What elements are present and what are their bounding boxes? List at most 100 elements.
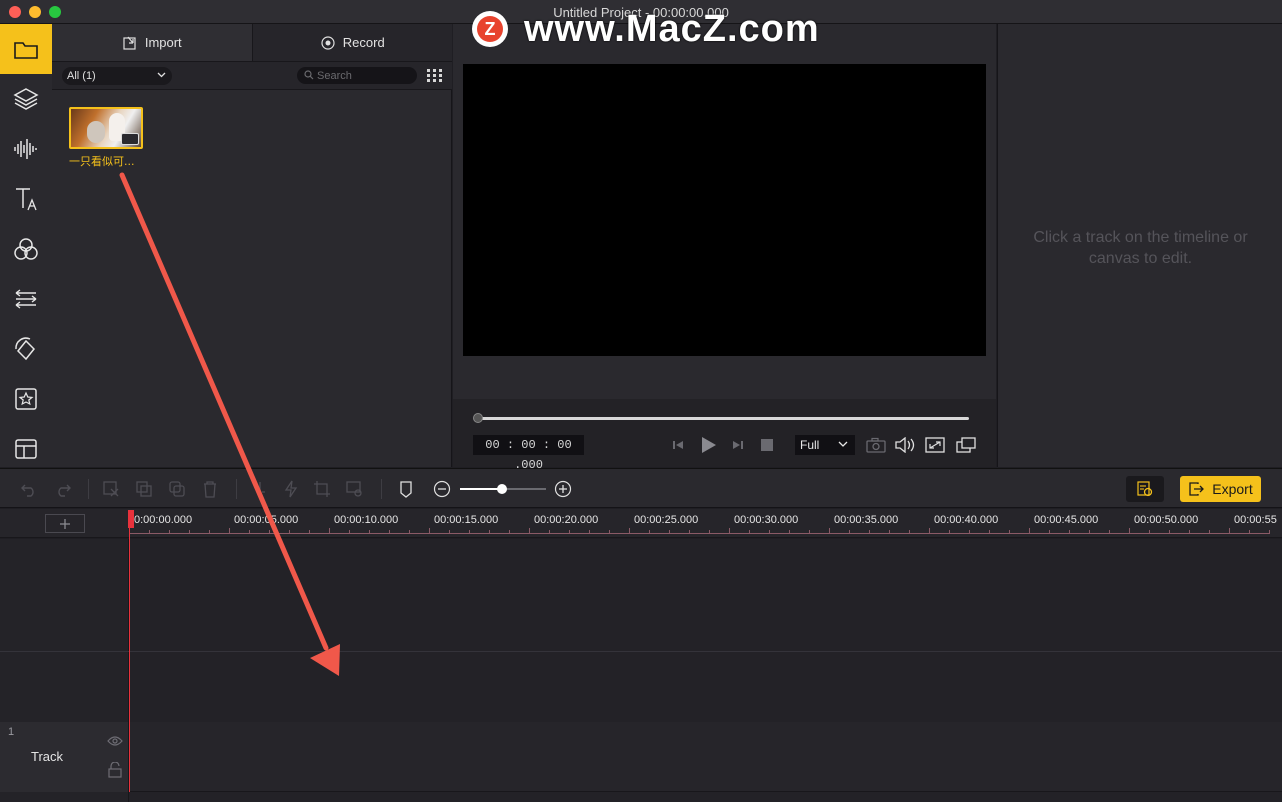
zoom-in-icon bbox=[554, 480, 572, 498]
ruler-tick bbox=[1269, 530, 1270, 534]
rail-layers-button[interactable] bbox=[0, 74, 52, 124]
undo-button[interactable] bbox=[19, 479, 39, 499]
ruler-tick bbox=[529, 528, 530, 534]
preview-canvas[interactable] bbox=[463, 64, 986, 356]
ruler-tick bbox=[169, 530, 170, 534]
paste-button[interactable] bbox=[167, 479, 187, 499]
animation-icon bbox=[15, 337, 36, 361]
rail-media-button[interactable] bbox=[0, 24, 52, 74]
track-number: 1 bbox=[8, 726, 15, 738]
project-settings-button[interactable] bbox=[1126, 476, 1164, 502]
toolbar-divider bbox=[88, 479, 89, 499]
ruler-tick bbox=[849, 530, 850, 534]
zoom-out-button[interactable] bbox=[432, 479, 452, 499]
ruler-tick bbox=[249, 530, 250, 534]
playhead-line[interactable] bbox=[129, 510, 130, 792]
stop-button[interactable] bbox=[759, 436, 775, 454]
ruler-tick bbox=[669, 530, 670, 534]
add-marker-button[interactable] bbox=[396, 479, 416, 499]
media-filter-bar: All (1) bbox=[52, 62, 452, 90]
rail-stickers-button[interactable] bbox=[0, 374, 52, 424]
stop-icon bbox=[761, 439, 773, 451]
rail-templates-button[interactable] bbox=[0, 424, 52, 474]
ruler-tick-label: 00:00:35.000 bbox=[834, 514, 899, 526]
media-filter-select[interactable]: All (1) bbox=[62, 67, 172, 85]
toolbar-divider bbox=[381, 479, 382, 499]
ruler-tick bbox=[829, 528, 830, 534]
split-button[interactable] bbox=[250, 479, 270, 499]
zoom-in-button[interactable] bbox=[553, 479, 573, 499]
rail-animation-button[interactable] bbox=[0, 324, 52, 374]
chevron-down-icon bbox=[157, 72, 166, 78]
rail-text-button[interactable] bbox=[0, 174, 52, 224]
play-button[interactable] bbox=[698, 436, 718, 454]
grid-view-icon[interactable] bbox=[427, 69, 442, 83]
media-tabs: Import Record bbox=[52, 24, 452, 62]
rail-transitions-button[interactable] bbox=[0, 274, 52, 324]
media-item-thumbnail[interactable] bbox=[69, 107, 143, 149]
add-track-button[interactable] bbox=[45, 514, 85, 533]
copy-button[interactable] bbox=[134, 479, 154, 499]
export-icon bbox=[1189, 482, 1205, 496]
ruler-tick-label: 00:00:50.000 bbox=[1134, 514, 1199, 526]
playhead-handle[interactable] bbox=[128, 510, 134, 528]
ruler-tick-label: 00:00:55 bbox=[1234, 514, 1277, 526]
media-search-input[interactable] bbox=[317, 68, 413, 83]
ruler-tick bbox=[549, 530, 550, 534]
ruler-tick bbox=[609, 530, 610, 534]
ruler-tick-label: 00:00:10.000 bbox=[334, 514, 399, 526]
ruler-tick bbox=[1129, 528, 1130, 534]
ruler-tick bbox=[289, 530, 290, 534]
tab-record[interactable]: Record bbox=[251, 24, 452, 62]
ruler-tick-label: 00:00:15.000 bbox=[434, 514, 499, 526]
step-back-button[interactable] bbox=[671, 436, 685, 454]
ruler-tick bbox=[1149, 530, 1150, 534]
ruler-tick bbox=[449, 530, 450, 534]
track-name: Track bbox=[31, 749, 64, 764]
toolbar-divider bbox=[236, 479, 237, 499]
inspector-empty-message: Click a track on the timeline or canvas … bbox=[1033, 229, 1248, 267]
pop-out-window-icon bbox=[956, 437, 976, 453]
step-forward-button[interactable] bbox=[731, 436, 745, 454]
redo-icon bbox=[58, 484, 71, 497]
eye-icon[interactable] bbox=[107, 736, 123, 746]
volume-button[interactable] bbox=[894, 436, 916, 454]
folder-icon bbox=[14, 42, 38, 59]
fullscreen-button[interactable] bbox=[924, 436, 946, 454]
ruler-tick bbox=[1189, 530, 1190, 534]
ruler-tick-label: 0:00:00.000 bbox=[134, 514, 193, 526]
quality-select[interactable]: Full bbox=[795, 435, 855, 455]
paste-icon bbox=[169, 481, 185, 497]
cut-delete-icon bbox=[103, 481, 119, 497]
export-button[interactable]: Export bbox=[1180, 476, 1261, 502]
scrub-handle[interactable] bbox=[473, 413, 483, 423]
detach-preview-button[interactable] bbox=[955, 436, 977, 454]
step-forward-icon bbox=[733, 441, 743, 449]
playback-controls: 00 : 00 : 00 .000 Full bbox=[453, 399, 996, 472]
lock-icon[interactable] bbox=[108, 762, 122, 778]
zoom-slider-handle[interactable] bbox=[497, 484, 507, 494]
quality-value: Full bbox=[800, 438, 820, 452]
ruler-tick bbox=[809, 530, 810, 534]
trash-icon bbox=[204, 481, 216, 498]
redo-button[interactable] bbox=[53, 479, 73, 499]
ruler-tick bbox=[629, 528, 630, 534]
scrub-bar[interactable] bbox=[475, 417, 969, 420]
crop-button[interactable] bbox=[312, 479, 332, 499]
track-lane[interactable] bbox=[0, 722, 1282, 792]
speed-button[interactable] bbox=[281, 479, 301, 499]
media-search-box[interactable] bbox=[297, 67, 417, 84]
tab-import[interactable]: Import bbox=[52, 24, 252, 62]
undo-icon bbox=[21, 484, 34, 497]
trash-button[interactable] bbox=[200, 479, 220, 499]
snapshot-button[interactable] bbox=[865, 436, 887, 454]
delete-clip-button[interactable] bbox=[101, 479, 121, 499]
rail-audio-button[interactable] bbox=[0, 124, 52, 174]
track-header[interactable]: 1 Track bbox=[0, 722, 129, 792]
adjust-button[interactable] bbox=[344, 479, 364, 499]
rail-filters-button[interactable] bbox=[0, 224, 52, 274]
lightning-icon bbox=[284, 480, 298, 498]
timeline-ruler[interactable]: 0:00:00.000 00:00:05.000 00:00:10.000 00:00… bbox=[129, 509, 1282, 538]
split-icon bbox=[255, 482, 265, 496]
ruler-tick bbox=[1209, 530, 1210, 534]
